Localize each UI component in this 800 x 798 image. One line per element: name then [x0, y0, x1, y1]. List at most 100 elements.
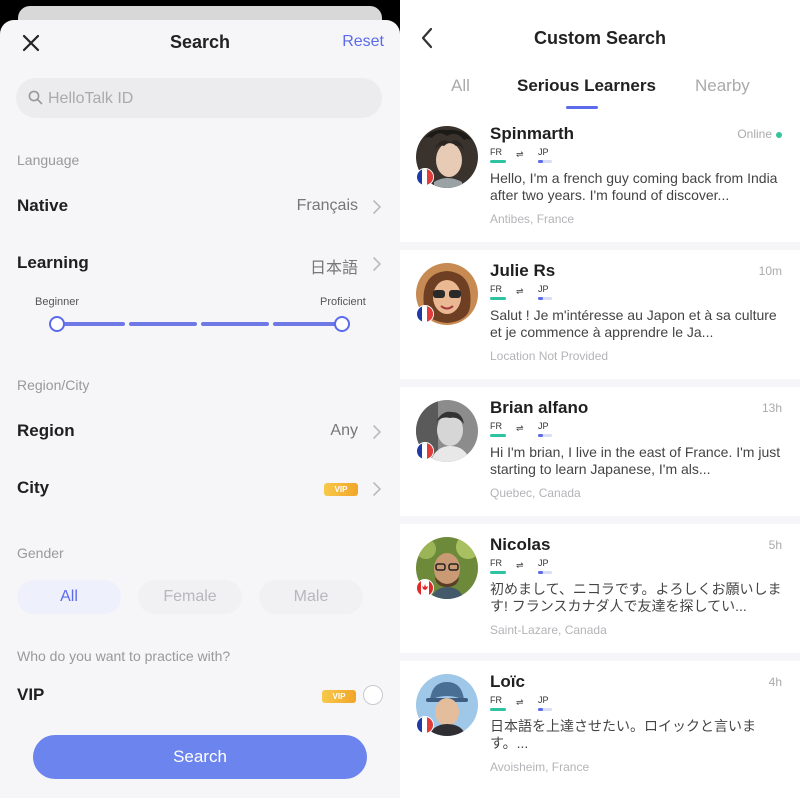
search-button[interactable]: Search	[33, 735, 367, 779]
region-value: Any	[330, 422, 358, 439]
vip-label: VIP	[17, 685, 45, 704]
status-text: Online	[737, 127, 772, 141]
user-card[interactable]: Spinmarth Online FR ⇌ JP Hello, I'm a fr…	[400, 120, 800, 250]
learning-level-bar	[538, 708, 552, 711]
learning-level-bar	[538, 571, 552, 574]
user-status: 5h	[768, 538, 782, 552]
learning-language: JP	[538, 695, 549, 705]
user-name: Loïc	[490, 672, 525, 691]
results-panel: Custom Search All Serious Learners Nearb…	[400, 0, 800, 798]
user-location: Location Not Provided	[490, 349, 609, 363]
slider-max-handle[interactable]	[334, 316, 350, 332]
language-pair: FR ⇌ JP	[490, 147, 580, 165]
chevron-right-icon	[373, 425, 382, 439]
language-pair: FR ⇌ JP	[490, 695, 580, 713]
user-bio: Salut ! Je m'intéresse au Japon et à sa …	[490, 307, 777, 340]
learning-label: Learning	[17, 253, 89, 272]
card-separator	[400, 516, 800, 524]
slider-min-handle[interactable]	[49, 316, 65, 332]
user-card[interactable]: Loïc 4h FR ⇌ JP 日本語を上達させたい。ロイックと言います。...…	[400, 668, 800, 798]
user-bio: Hello, I'm a french guy coming back from…	[490, 170, 778, 203]
search-box[interactable]	[16, 78, 382, 120]
region-row[interactable]: Region Any	[0, 413, 400, 449]
user-bio: 日本語を上達させたい。ロイックと言います。...	[490, 718, 756, 751]
learning-level-bar	[538, 297, 552, 300]
flag-france-icon	[416, 716, 434, 734]
native-level-bar	[490, 297, 506, 300]
slider-min-label: Beginner	[35, 296, 80, 308]
gender-option-male[interactable]: Male	[259, 580, 363, 614]
results-title: Custom Search	[533, 28, 667, 48]
filter-sheet: Search Reset Language Native Français Le…	[0, 20, 400, 798]
user-location: Avoisheim, France	[490, 760, 590, 774]
search-icon	[28, 90, 43, 105]
flag-france-icon	[416, 168, 434, 186]
chevron-right-icon	[373, 257, 382, 271]
vip-badge: VIP	[322, 690, 356, 703]
slider-segment	[129, 322, 197, 326]
language-pair: FR ⇌ JP	[490, 558, 580, 576]
proficiency-slider-track[interactable]	[57, 322, 342, 326]
tab-serious-learners[interactable]: Serious Learners	[517, 76, 656, 96]
slider-segment	[273, 322, 341, 326]
city-row[interactable]: City VIP	[0, 470, 400, 506]
practice-section-label: Who do you want to practice with?	[17, 648, 231, 664]
chevron-right-icon	[373, 482, 382, 496]
native-language: FR	[490, 284, 502, 294]
vip-badge: VIP	[324, 483, 358, 496]
city-label: City	[17, 478, 50, 497]
native-language: FR	[490, 695, 502, 705]
native-language-row[interactable]: Native Français	[0, 188, 400, 224]
learning-level-bar	[538, 434, 552, 437]
user-status: Online	[737, 127, 782, 141]
tab-all[interactable]: All	[451, 76, 470, 96]
user-name: Spinmarth	[490, 124, 575, 143]
exchange-icon: ⇌	[516, 286, 524, 296]
native-level-bar	[490, 571, 506, 574]
exchange-icon: ⇌	[516, 423, 524, 433]
hellotalk-id-input[interactable]	[46, 78, 370, 120]
user-status: 10m	[758, 264, 782, 278]
user-card[interactable]: Julie Rs 10m FR ⇌ JP Salut ! Je m'intére…	[400, 257, 800, 387]
online-indicator	[776, 131, 782, 138]
user-location: Antibes, France	[490, 212, 575, 226]
exchange-icon: ⇌	[516, 149, 524, 159]
user-card[interactable]: Nicolas 5h FR ⇌ JP 初めまして、ニコラです。よろしくお願いしま…	[400, 531, 800, 661]
user-name: Brian alfano	[490, 398, 589, 417]
tab-nearby[interactable]: Nearby	[695, 76, 750, 96]
language-pair: FR ⇌ JP	[490, 284, 580, 302]
flag-france-icon	[416, 305, 434, 323]
exchange-icon: ⇌	[516, 560, 524, 570]
native-level-bar	[490, 708, 506, 711]
user-status: 13h	[761, 401, 782, 415]
vip-row[interactable]: VIP VIP	[0, 677, 400, 713]
card-separator	[400, 242, 800, 250]
user-location: Quebec, Canada	[490, 486, 581, 500]
native-language: FR	[490, 421, 502, 431]
exchange-icon: ⇌	[516, 697, 524, 707]
reset-button[interactable]: Reset	[342, 33, 384, 51]
region-label: Region	[17, 421, 75, 440]
native-value: Français	[296, 197, 358, 214]
learning-language-row[interactable]: Learning 日本語	[0, 245, 400, 281]
flag-france-icon	[416, 442, 434, 460]
flag-canada-icon	[416, 579, 434, 597]
gender-option-female[interactable]: Female	[138, 580, 242, 614]
vip-checkbox[interactable]	[363, 685, 383, 705]
gender-section-label: Gender	[17, 545, 64, 561]
language-pair: FR ⇌ JP	[490, 421, 580, 439]
learning-language: JP	[538, 558, 549, 568]
native-language: FR	[490, 558, 502, 568]
user-location: Saint-Lazare, Canada	[490, 623, 607, 637]
native-level-bar	[490, 160, 506, 163]
slider-max-label: Proficient	[320, 296, 366, 308]
slider-segment	[201, 322, 269, 326]
user-name: Nicolas	[490, 535, 551, 554]
learning-language: JP	[538, 147, 549, 157]
native-label: Native	[17, 196, 69, 215]
card-separator	[400, 653, 800, 661]
user-bio: 初めまして、ニコラです。よろしくお願いします! フランスカナダ人で友達を探してい…	[490, 581, 782, 614]
user-card[interactable]: Brian alfano 13h FR ⇌ JP Hi I'm brian, I…	[400, 394, 800, 524]
gender-option-all[interactable]: All	[17, 580, 121, 614]
active-tab-indicator	[566, 106, 598, 109]
